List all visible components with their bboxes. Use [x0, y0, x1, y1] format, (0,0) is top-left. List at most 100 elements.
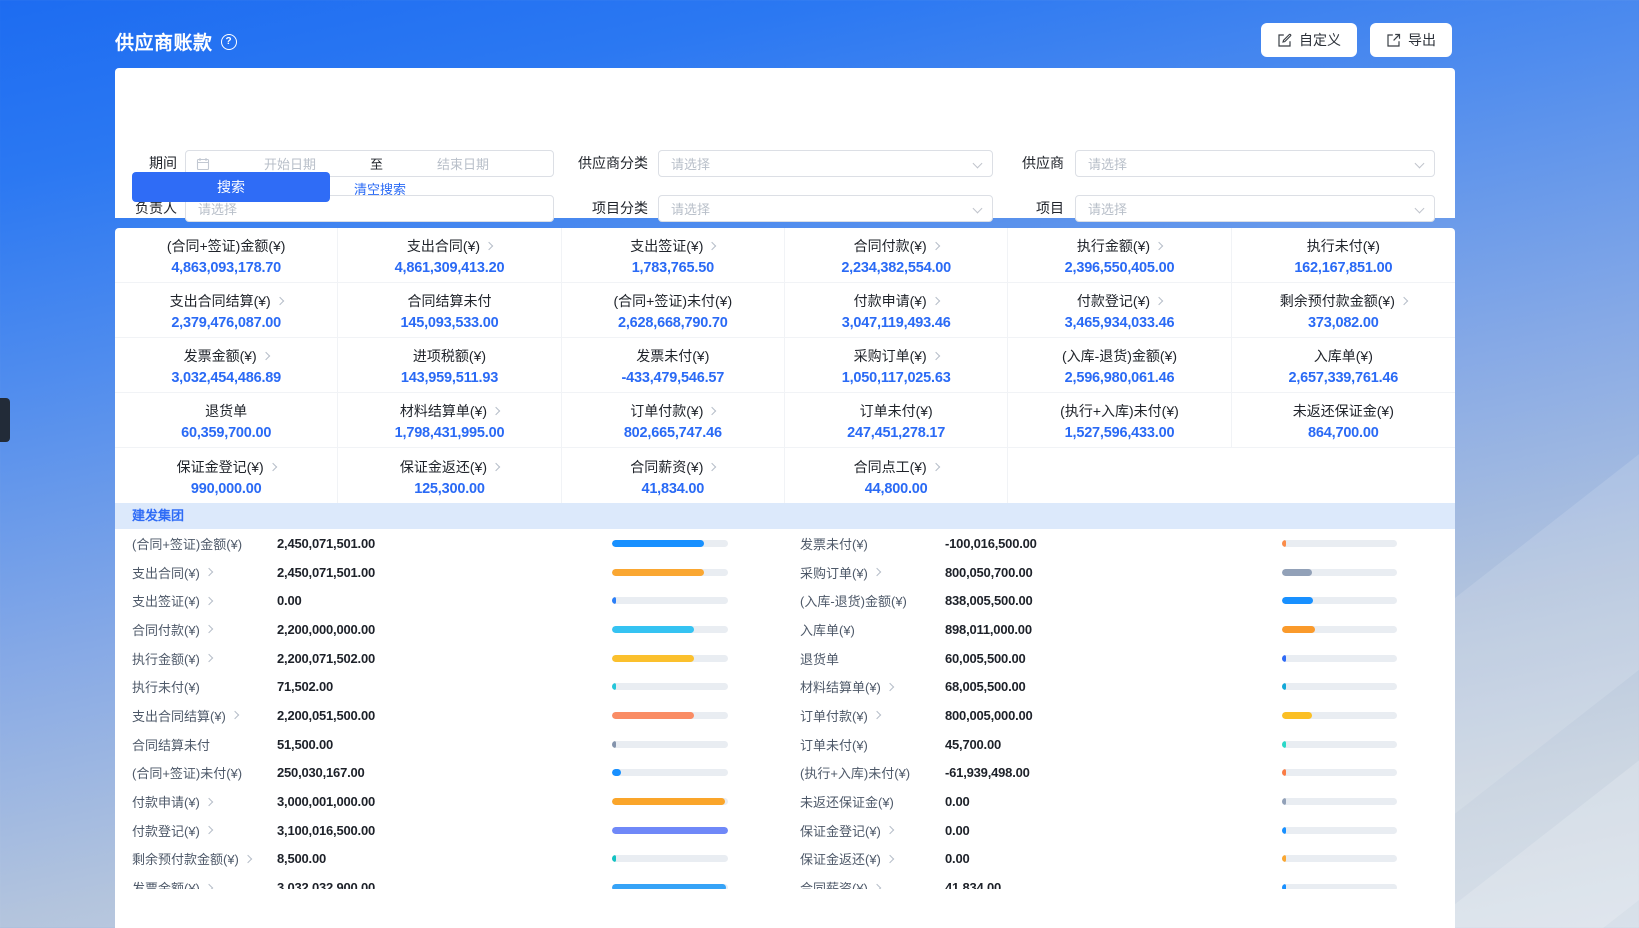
chevron-right-icon — [1155, 297, 1163, 305]
end-date-placeholder[interactable]: 结束日期 — [383, 154, 543, 173]
chevron-right-icon — [205, 625, 213, 633]
stat-card-value: -433,479,546.57 — [622, 370, 725, 386]
supplier-select[interactable]: 请选择 — [1075, 150, 1435, 177]
stat-card[interactable]: 付款登记(¥)3,465,934,033.46 — [1008, 283, 1231, 338]
metric-row[interactable]: 合同薪资(¥)41,834.00 — [785, 873, 1455, 889]
stat-card-label: (执行+入库)未付(¥) — [1060, 401, 1179, 421]
metric-value: 60,005,500.00 — [945, 651, 1282, 666]
group-right-column: 发票未付(¥)-100,016,500.00采购订单(¥)800,050,700… — [785, 529, 1455, 889]
export-button[interactable]: 导出 — [1370, 23, 1452, 57]
stat-card: 进项税额(¥)143,959,511.93 — [338, 338, 561, 393]
stat-card[interactable]: 发票金额(¥)3,032,454,486.89 — [115, 338, 338, 393]
metric-row[interactable]: 剩余预付款金额(¥)8,500.00 — [115, 845, 785, 874]
stat-card-value: 1,527,596,433.00 — [1065, 425, 1175, 441]
metric-label: 发票未付(¥) — [800, 534, 945, 553]
project-select[interactable]: 请选择 — [1075, 195, 1435, 222]
group-header[interactable]: 建发集团 — [115, 503, 1455, 529]
metric-row[interactable]: 材料结算单(¥)68,005,500.00 — [785, 672, 1455, 701]
metric-label: (入库-退货)金额(¥) — [800, 591, 945, 610]
metric-row[interactable]: 支出签证(¥)0.00 — [115, 586, 785, 615]
stat-card-empty — [1232, 448, 1455, 503]
metric-progress-fill — [1282, 741, 1286, 748]
chevron-right-icon — [492, 407, 500, 415]
stat-card[interactable]: 执行金额(¥)2,396,550,405.00 — [1008, 228, 1231, 283]
metric-progress-fill — [1282, 597, 1313, 604]
stat-card-value: 143,959,511.93 — [401, 370, 498, 386]
chevron-down-icon — [1415, 159, 1425, 169]
metric-progress-fill — [612, 884, 726, 889]
metric-progress-fill — [612, 855, 616, 862]
stat-card[interactable]: 支出签证(¥)1,783,765.50 — [562, 228, 785, 283]
stat-card-label: 退货单 — [205, 401, 247, 421]
metric-label: 退货单 — [800, 649, 945, 668]
metric-row[interactable]: 发票金额(¥)3,032,032,900.00 — [115, 873, 785, 889]
metric-label: 合同薪资(¥) — [800, 878, 945, 889]
metric-value: 250,030,167.00 — [277, 765, 612, 780]
metric-row[interactable]: 采购订单(¥)800,050,700.00 — [785, 558, 1455, 587]
clear-search-link[interactable]: 清空搜索 — [354, 179, 406, 198]
search-button[interactable]: 搜索 — [132, 172, 330, 202]
stat-card[interactable]: 采购订单(¥)1,050,117,025.63 — [785, 338, 1008, 393]
stat-card[interactable]: 支出合同(¥)4,861,309,413.20 — [338, 228, 561, 283]
stat-card-label: 合同结算未付 — [407, 291, 491, 311]
stat-card[interactable]: 支出合同结算(¥)2,379,476,087.00 — [115, 283, 338, 338]
metric-progress-fill — [1282, 827, 1286, 834]
export-icon — [1386, 33, 1401, 48]
metric-value: 2,450,071,501.00 — [277, 536, 612, 551]
metric-value: 0.00 — [945, 823, 1282, 838]
stat-card-value: 2,657,339,761.46 — [1288, 370, 1398, 386]
metric-label: 付款申请(¥) — [132, 792, 277, 811]
stat-card-label: 合同薪资(¥) — [630, 457, 703, 477]
stat-card[interactable]: 材料结算单(¥)1,798,431,995.00 — [338, 393, 561, 448]
chevron-right-icon — [275, 297, 283, 305]
stat-card-value: 1,798,431,995.00 — [395, 425, 505, 441]
metric-row[interactable]: 付款申请(¥)3,000,001,000.00 — [115, 787, 785, 816]
help-icon[interactable]: ? — [221, 34, 237, 50]
stat-card[interactable]: 订单付款(¥)802,665,747.46 — [562, 393, 785, 448]
start-date-placeholder[interactable]: 开始日期 — [210, 154, 370, 173]
page-title: 供应商账款 — [115, 28, 213, 55]
stat-card[interactable]: 剩余预付款金额(¥)373,082.00 — [1232, 283, 1455, 338]
stat-card[interactable]: 付款申请(¥)3,047,119,493.46 — [785, 283, 1008, 338]
metric-row[interactable]: 保证金登记(¥)0.00 — [785, 816, 1455, 845]
metric-value: 838,005,500.00 — [945, 593, 1282, 608]
metric-row[interactable]: 保证金返还(¥)0.00 — [785, 845, 1455, 874]
metric-progress-track — [612, 597, 728, 604]
metric-progress-track — [612, 884, 728, 889]
chevron-right-icon — [1400, 297, 1408, 305]
metric-progress-track — [612, 540, 728, 547]
stat-card-value: 41,834.00 — [641, 481, 704, 497]
metric-progress-fill — [612, 827, 728, 834]
customize-button[interactable]: 自定义 — [1261, 23, 1357, 57]
project-category-select[interactable]: 请选择 — [658, 195, 993, 222]
metric-row[interactable]: 订单付款(¥)800,005,000.00 — [785, 701, 1455, 730]
metric-row: 合同结算未付51,500.00 — [115, 730, 785, 759]
metric-row: (合同+签证)金额(¥)2,450,071,501.00 — [115, 529, 785, 558]
stat-card-value: 802,665,747.46 — [624, 425, 722, 441]
metric-row[interactable]: 支出合同(¥)2,450,071,501.00 — [115, 558, 785, 587]
stat-card: 入库单(¥)2,657,339,761.46 — [1232, 338, 1455, 393]
metric-row[interactable]: 支出合同结算(¥)2,200,051,500.00 — [115, 701, 785, 730]
metric-progress-track — [1282, 569, 1397, 576]
stat-card[interactable]: 合同点工(¥)44,800.00 — [785, 448, 1008, 503]
stat-card-label: 支出合同(¥) — [407, 236, 480, 256]
stat-card: 未返还保证金(¥)864,700.00 — [1232, 393, 1455, 448]
stat-card[interactable]: 保证金返还(¥)125,300.00 — [338, 448, 561, 503]
supplier-category-select[interactable]: 请选择 — [658, 150, 993, 177]
stat-card[interactable]: 合同付款(¥)2,234,382,554.00 — [785, 228, 1008, 283]
stat-card: 退货单60,359,700.00 — [115, 393, 338, 448]
metric-row[interactable]: 付款登记(¥)3,100,016,500.00 — [115, 816, 785, 845]
metric-row[interactable]: 合同付款(¥)2,200,000,000.00 — [115, 615, 785, 644]
metric-value: 2,200,051,500.00 — [277, 708, 612, 723]
chevron-right-icon — [492, 462, 500, 470]
stat-card-label: (入库-退货)金额(¥) — [1062, 346, 1177, 366]
chevron-right-icon — [205, 654, 213, 662]
stat-card-label: 合同点工(¥) — [854, 457, 927, 477]
drawer-handle[interactable] — [0, 398, 10, 442]
stat-card[interactable]: 保证金登记(¥)990,000.00 — [115, 448, 338, 503]
stat-card-label: 采购订单(¥) — [854, 346, 927, 366]
chevron-right-icon — [886, 826, 894, 834]
metric-row[interactable]: 执行金额(¥)2,200,071,502.00 — [115, 644, 785, 673]
stat-card[interactable]: 合同薪资(¥) 41,834.00 — [562, 448, 785, 503]
stat-card-value: 990,000.00 — [191, 481, 262, 497]
